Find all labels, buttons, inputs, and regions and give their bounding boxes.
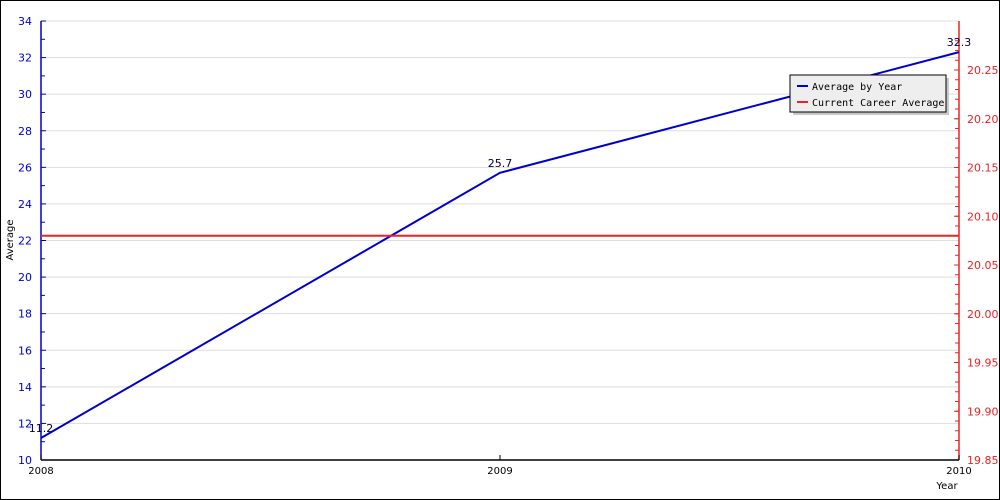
y-axis-title: Average	[5, 219, 16, 260]
left-tick-label: 30	[18, 88, 32, 101]
left-tick-label: 34	[18, 15, 32, 28]
left-tick-label: 28	[18, 125, 32, 138]
right-tick-label: 20.00	[967, 308, 999, 321]
data-label: 32.3	[947, 36, 972, 49]
left-tick-label: 22	[18, 235, 32, 248]
legend: Average by Year Current Career Average	[789, 74, 949, 115]
data-label: 25.7	[488, 157, 513, 170]
x-tick-label: 2009	[487, 466, 512, 477]
right-y-axis: 19.8519.9019.9520.0020.0520.1020.1520.20…	[954, 21, 999, 467]
legend-label-average-by-year: Average by Year	[812, 82, 902, 93]
legend-label-career-average: Current Career Average	[812, 98, 944, 109]
right-tick-label: 20.15	[967, 162, 999, 175]
right-tick-label: 19.90	[967, 405, 999, 418]
left-y-axis: 10121416182022242628303234	[18, 15, 46, 467]
x-axis-title: Year	[935, 481, 958, 492]
left-tick-label: 24	[18, 198, 32, 211]
x-axis: 2008 2009 2010	[28, 455, 972, 477]
x-tick-label: 2010	[946, 466, 971, 477]
data-label: 11.2	[29, 422, 54, 435]
right-tick-label: 19.95	[967, 357, 999, 370]
right-tick-label: 20.20	[967, 113, 999, 126]
left-tick-label: 26	[18, 161, 32, 174]
left-tick-label: 18	[18, 308, 32, 321]
left-tick-label: 14	[18, 381, 32, 394]
left-tick-label: 16	[18, 344, 32, 357]
x-tick-label: 2008	[28, 466, 53, 477]
line-chart: 10121416182022242628303234 19.8519.9019.…	[5, 15, 999, 492]
right-tick-label: 20.25	[967, 64, 999, 77]
right-tick-label: 20.05	[967, 259, 999, 272]
right-tick-label: 20.10	[967, 210, 999, 223]
left-tick-label: 20	[18, 271, 32, 284]
left-tick-label: 32	[18, 52, 32, 65]
